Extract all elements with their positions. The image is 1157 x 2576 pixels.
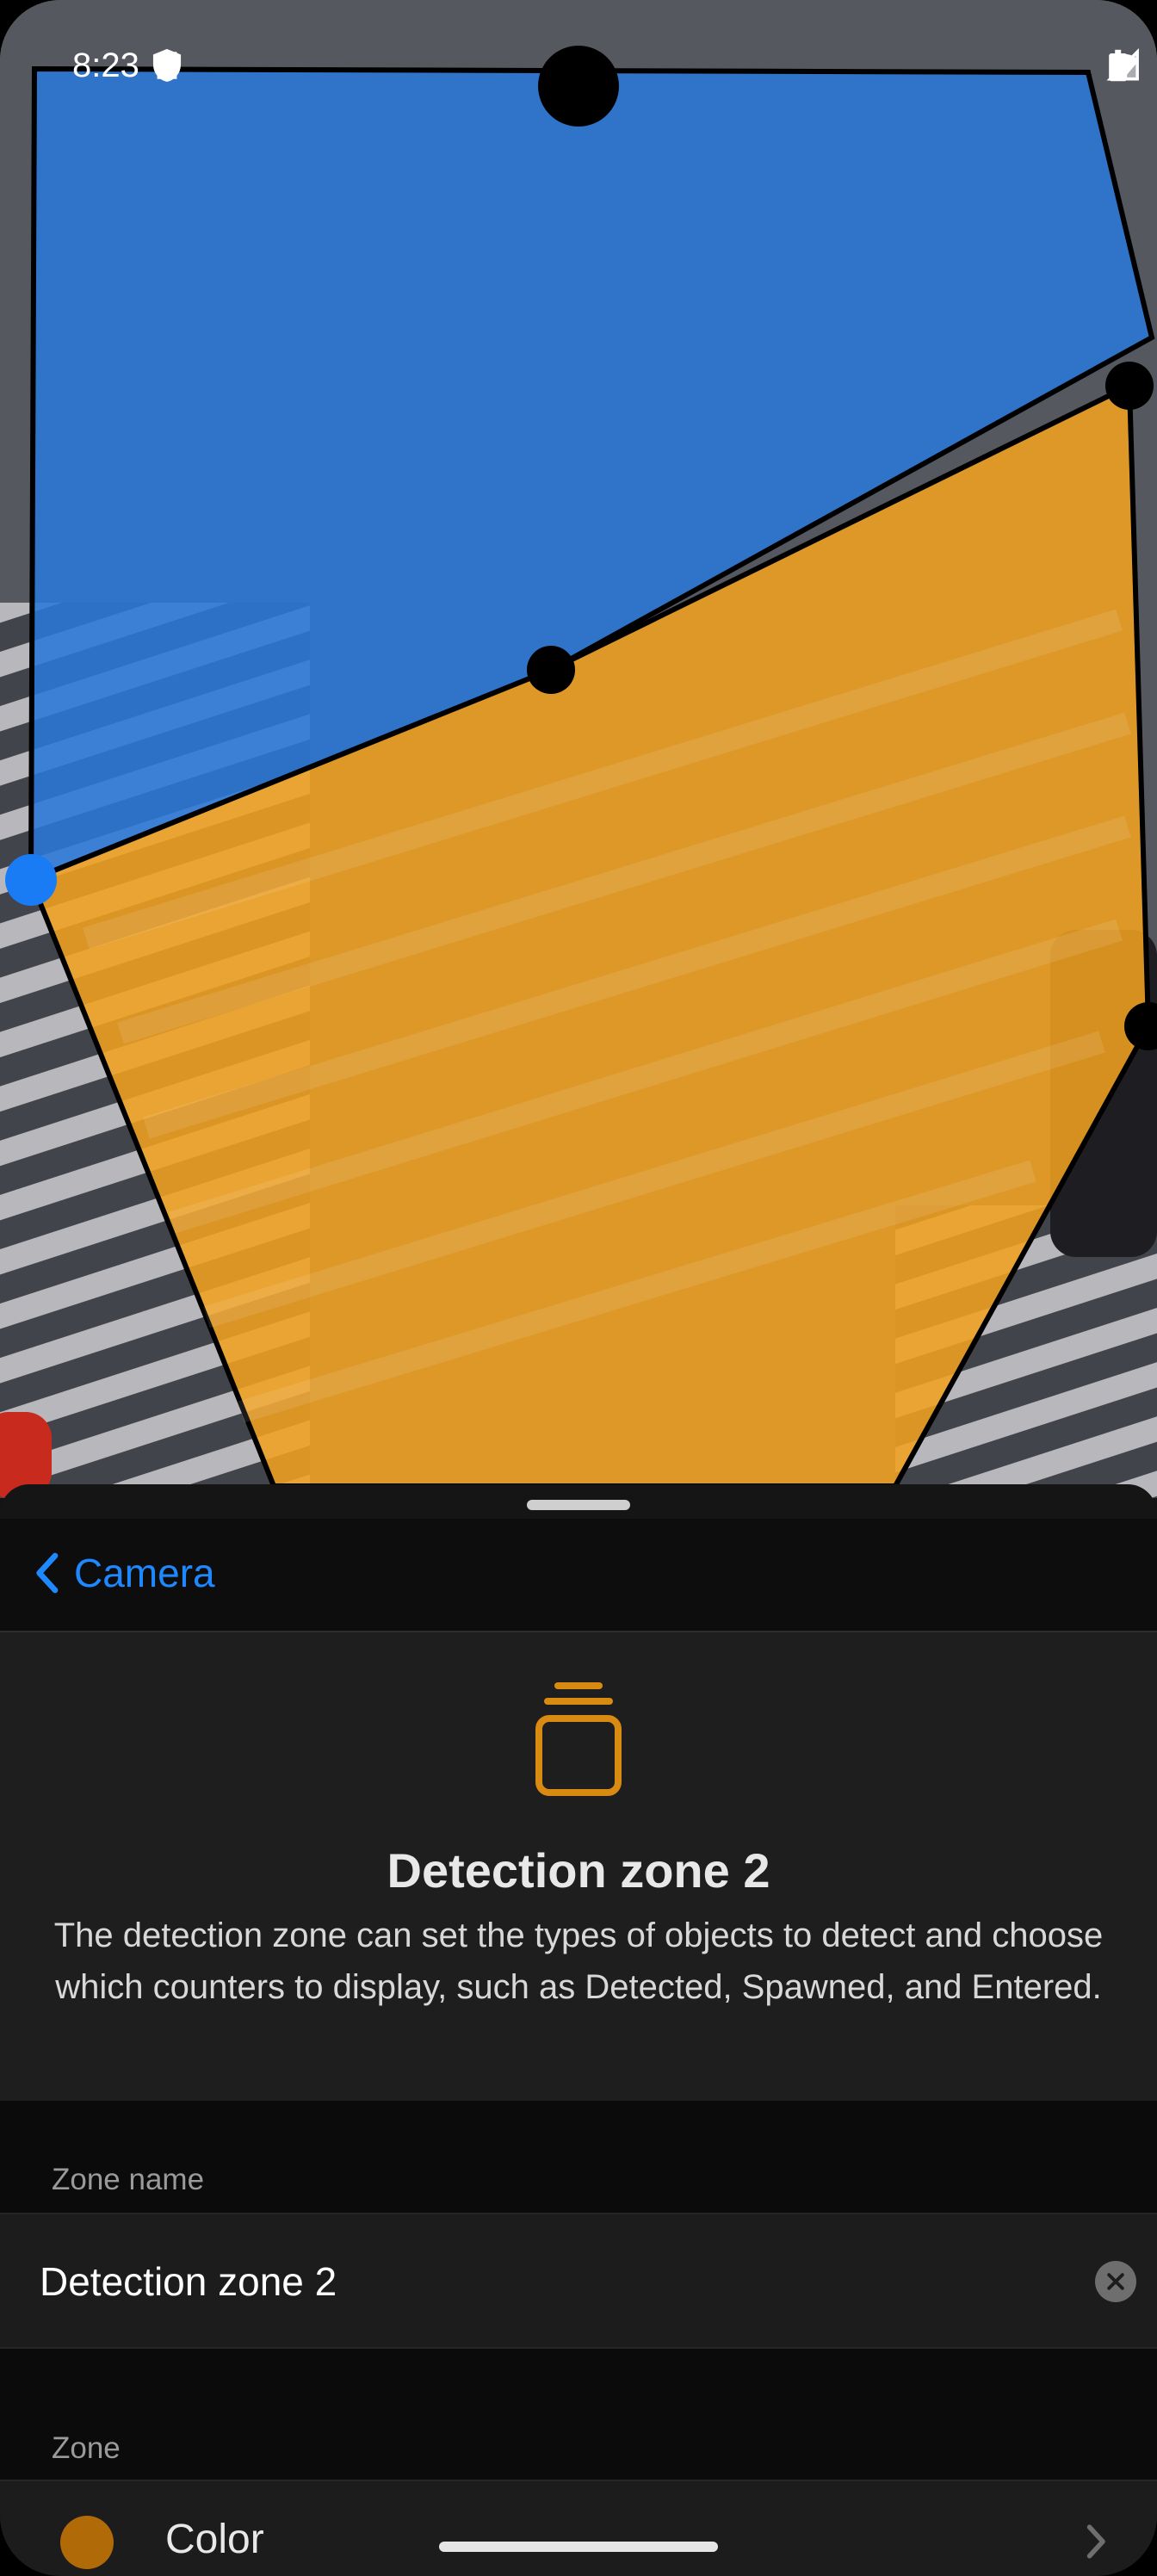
zone-vertex-handle[interactable] bbox=[527, 646, 575, 694]
zone-name-label: Zone name bbox=[52, 2163, 205, 2196]
dot-icon bbox=[162, 63, 172, 73]
back-button[interactable]: Camera bbox=[31, 1543, 215, 1603]
zone-info-card: Detection zone 2 The detection zone can … bbox=[0, 1632, 1157, 2102]
zone-name-field[interactable] bbox=[0, 2213, 1157, 2349]
zone-name-input[interactable] bbox=[40, 2256, 1073, 2307]
chevron-left-icon bbox=[36, 1552, 59, 1594]
close-icon bbox=[1107, 2273, 1124, 2290]
clear-text-button[interactable] bbox=[1095, 2261, 1136, 2302]
app-screen: 8:23 Camera Detection zone 2 The detecti… bbox=[0, 0, 1157, 2576]
battery-icon bbox=[1109, 49, 1128, 82]
selected-vertex-handle[interactable] bbox=[5, 854, 57, 906]
status-time: 8:23 bbox=[72, 46, 139, 84]
zone-description: The detection zone can set the types of … bbox=[53, 1917, 1104, 2006]
back-button-label: Camera bbox=[74, 1551, 215, 1595]
zone-section-label: Zone bbox=[52, 2431, 121, 2465]
sheet-header: Camera bbox=[0, 1519, 1157, 1632]
camera-view[interactable]: 8:23 bbox=[0, 0, 1157, 1498]
cup-icon bbox=[535, 1682, 622, 1796]
zone-title: Detection zone 2 bbox=[387, 1843, 770, 1898]
color-swatch bbox=[60, 2516, 114, 2569]
color-label: Color bbox=[165, 2517, 264, 2562]
zone-settings-sheet: Camera Detection zone 2 The detection zo… bbox=[0, 1484, 1157, 2576]
color-row[interactable]: Color bbox=[0, 2480, 1157, 2576]
chevron-right-icon bbox=[1086, 2524, 1105, 2559]
zone-form: Zone name Zone Color bbox=[0, 2101, 1157, 2576]
home-indicator[interactable] bbox=[439, 2542, 718, 2552]
sheet-drag-handle[interactable] bbox=[527, 1500, 630, 1510]
zone-vertex-handle[interactable] bbox=[1105, 362, 1154, 410]
zone-overlay[interactable] bbox=[0, 0, 1157, 1498]
status-bar: 8:23 bbox=[0, 38, 1157, 98]
